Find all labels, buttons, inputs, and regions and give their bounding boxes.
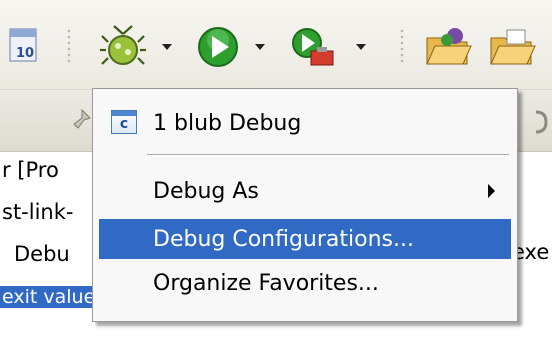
menu-separator: [147, 154, 509, 156]
console-line: r [Pro: [2, 158, 59, 182]
debug-dropdown-menu: c 1 blub Debug Debug As Debug Configurat…: [92, 88, 518, 322]
console-line: st-link-: [2, 200, 74, 224]
toolbar-separator: [400, 28, 404, 62]
external-tools-dropdown-caret[interactable]: [356, 44, 366, 50]
submenu-arrow-icon: [488, 184, 495, 198]
run-dropdown-caret[interactable]: [255, 44, 265, 50]
open-folder-icon[interactable]: [424, 24, 474, 70]
main-toolbar: 10: [0, 0, 552, 90]
c-launch-config-icon: c: [111, 110, 137, 134]
menu-item-label: Debug Configurations...: [153, 226, 414, 252]
calendar-icon[interactable]: 10: [2, 26, 42, 66]
menu-item-label: 1 blub Debug: [153, 110, 302, 136]
svg-text:10: 10: [16, 46, 34, 61]
menu-item-debug-configurations[interactable]: Debug Configurations...: [99, 219, 511, 259]
menu-item-label: Organize Favorites...: [153, 270, 379, 296]
toolbar-separator: [67, 28, 71, 62]
debug-dropdown-caret[interactable]: [162, 44, 172, 50]
folder-icon[interactable]: [488, 24, 538, 70]
debug-bug-icon[interactable]: [98, 22, 148, 70]
menu-item-label: Debug As: [153, 178, 259, 204]
menu-item-organize-favorites[interactable]: Organize Favorites...: [99, 263, 511, 303]
menu-item-blub-debug[interactable]: c 1 blub Debug: [99, 103, 511, 143]
external-tools-icon[interactable]: [288, 24, 338, 70]
link-icon[interactable]: [528, 108, 552, 136]
run-icon[interactable]: [194, 24, 242, 70]
console-line: Debu: [14, 242, 70, 266]
pin-icon[interactable]: [68, 108, 92, 136]
menu-item-debug-as[interactable]: Debug As: [99, 171, 511, 211]
